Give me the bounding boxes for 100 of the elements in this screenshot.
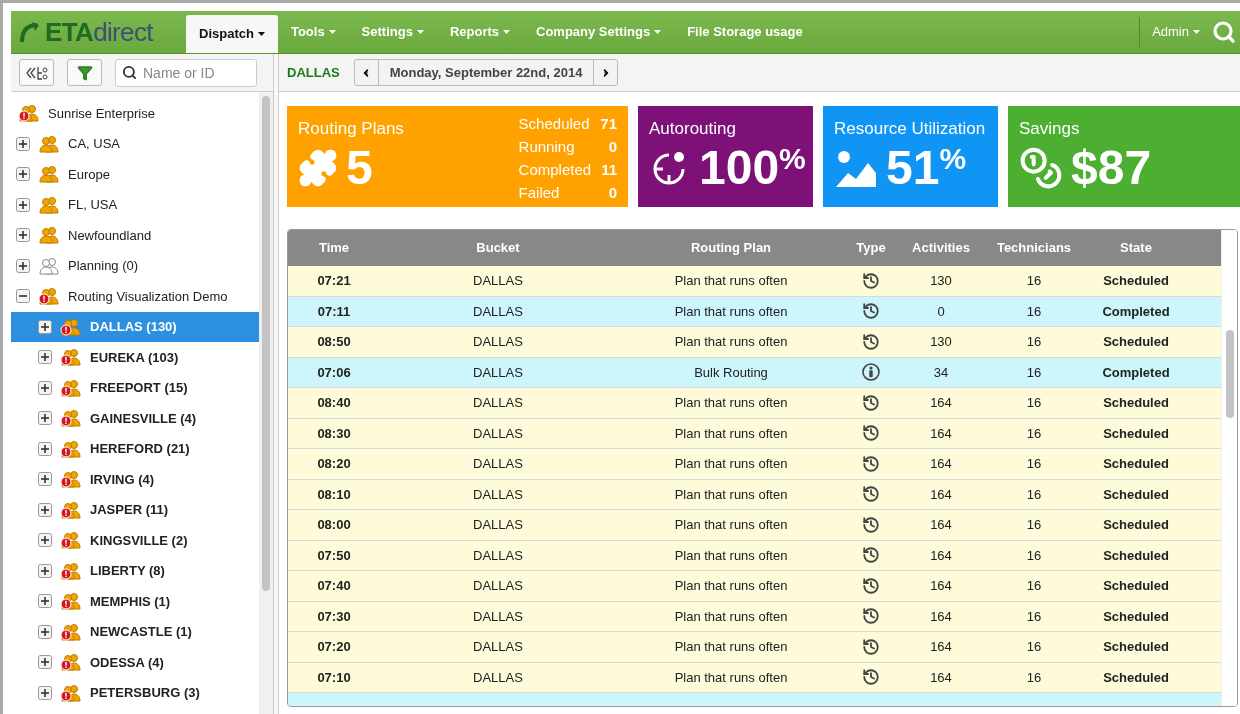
- nav-tab[interactable]: Dispatch: [186, 15, 278, 53]
- expand-icon[interactable]: [16, 197, 30, 212]
- table-cell-text: Plan that runs often: [673, 333, 789, 351]
- table-row[interactable]: 07:10 DALLAS Plan that runs often 164 16 Scheduled: [288, 662, 1221, 693]
- group-alert-icon: [60, 439, 82, 458]
- table-cell-text: DALLAS: [472, 638, 524, 656]
- collapse-tree-icon: [24, 64, 49, 81]
- expand-icon[interactable]: [38, 441, 52, 456]
- column-header[interactable]: Type: [846, 238, 896, 258]
- tree-item[interactable]: Newfoundland: [11, 220, 259, 251]
- history-icon: [862, 668, 880, 687]
- table-row[interactable]: 07:30 DALLAS Plan that runs often 164 16 Scheduled: [288, 601, 1221, 632]
- expand-icon[interactable]: [38, 502, 52, 517]
- column-header[interactable]: State: [1082, 238, 1190, 258]
- table-row[interactable]: 08:30 DALLAS Plan that runs often 164 16 Scheduled: [288, 418, 1221, 449]
- table-row[interactable]: 07:21 DALLAS Plan that runs often 130 16 Scheduled: [288, 266, 1221, 297]
- expand-icon[interactable]: [16, 258, 30, 273]
- expand-icon[interactable]: [38, 685, 52, 700]
- tree-item[interactable]: LIBERTY (8): [11, 555, 259, 586]
- group-alert-icon: [60, 531, 82, 550]
- table-cell-text: DALLAS: [472, 546, 524, 565]
- tree-item[interactable]: HEREFORD (21): [11, 433, 259, 464]
- tree-item[interactable]: Europe: [11, 159, 259, 190]
- history-icon: [862, 515, 880, 534]
- table-cell-text: 07:50: [316, 546, 352, 565]
- column-header[interactable]: Routing Plan: [616, 238, 846, 258]
- stat-label: Scheduled: [518, 114, 590, 134]
- tree-label: Routing Visualization Demo: [68, 287, 228, 306]
- expand-icon[interactable]: [38, 624, 52, 639]
- table-cell-text: 07:21: [316, 272, 352, 290]
- tile-title: Autorouting: [649, 118, 737, 140]
- tree-item[interactable]: CA, USA: [11, 128, 259, 159]
- column-header[interactable]: Bucket: [380, 238, 616, 258]
- scrollbar[interactable]: [259, 92, 273, 714]
- table-row[interactable]: 07:20 DALLAS Plan that runs often 164 16 Scheduled: [288, 632, 1221, 663]
- scrollbar[interactable]: [1221, 230, 1237, 706]
- table-cell-text: 164: [929, 485, 953, 504]
- table-cell-text: Scheduled: [1102, 546, 1170, 565]
- tree-label: FREEPORT (15): [90, 379, 188, 397]
- tree-item[interactable]: EUREKA (103): [11, 342, 259, 373]
- expand-icon[interactable]: [38, 472, 52, 487]
- column-header[interactable]: Technicians: [986, 238, 1082, 258]
- table-cell-text: 164: [929, 638, 953, 656]
- stat-value: 71: [600, 114, 617, 134]
- tile-value: 100%: [699, 143, 806, 192]
- collapse-icon[interactable]: [16, 289, 30, 304]
- stat-tile[interactable]: Autorouting 100%: [638, 106, 813, 207]
- filter-button[interactable]: [67, 59, 102, 86]
- column-header[interactable]: Activities: [896, 238, 986, 258]
- expand-icon[interactable]: [16, 167, 30, 182]
- search-icon[interactable]: [1212, 20, 1236, 44]
- expand-icon[interactable]: [16, 228, 30, 243]
- expand-icon[interactable]: [38, 319, 52, 334]
- tree-item[interactable]: MEMPHIS (1): [11, 586, 259, 617]
- table-cell-text: Scheduled: [1102, 485, 1170, 504]
- table-row[interactable]: 08:00 DALLAS Plan that runs often 164 16 Scheduled: [288, 510, 1221, 541]
- table-row[interactable]: 08:20 DALLAS Plan that runs often 164 16 Scheduled: [288, 449, 1221, 480]
- tree-item[interactable]: Routing Visualization Demo: [11, 281, 259, 312]
- tree-item[interactable]: Planning (0): [11, 250, 259, 281]
- table-cell-text: DALLAS: [472, 302, 524, 321]
- table-row[interactable]: 07:11 DALLAS Plan that runs often 0 16 Completed: [288, 296, 1221, 327]
- tree-item[interactable]: FL, USA: [11, 189, 259, 220]
- table-row[interactable]: 08:40 DALLAS Plan that runs often 164 16 Scheduled: [288, 388, 1221, 419]
- expand-icon[interactable]: [38, 380, 52, 395]
- table-cell-text: Scheduled: [1102, 424, 1170, 443]
- tree-item[interactable]: NEWCASTLE (1): [11, 616, 259, 647]
- table-cell-text: Scheduled: [1102, 394, 1170, 412]
- table-row[interactable]: 08:10 DALLAS Plan that runs often 164 16 Scheduled: [288, 479, 1221, 510]
- tree-item[interactable]: KINGSVILLE (2): [11, 525, 259, 556]
- expand-icon[interactable]: [38, 533, 52, 548]
- tree-label: CA, USA: [68, 135, 120, 153]
- collapse-button[interactable]: [19, 59, 54, 86]
- tree-label: DALLAS (130): [90, 318, 177, 336]
- table-row[interactable]: 08:50 DALLAS Plan that runs often 130 16 Scheduled: [288, 327, 1221, 358]
- tree-item[interactable]: JASPER (11): [11, 494, 259, 525]
- tree-label: JASPER (11): [90, 501, 169, 519]
- tree-item[interactable]: ODESSA (4): [11, 647, 259, 678]
- history-icon: [862, 271, 880, 290]
- table-cell-text: 16: [1025, 363, 1043, 382]
- table-row[interactable]: 07:50 DALLAS Plan that runs often 164 16 Scheduled: [288, 540, 1221, 571]
- table-cell-text: 16: [1025, 272, 1043, 290]
- table-row[interactable]: 07:40 DALLAS Plan that runs often 164 16 Scheduled: [288, 571, 1221, 602]
- expand-icon[interactable]: [38, 411, 52, 426]
- tree-item[interactable]: IRVING (4): [11, 464, 259, 495]
- expand-icon[interactable]: [38, 655, 52, 670]
- table-cell-text: 08:00: [316, 516, 352, 534]
- expand-icon[interactable]: [16, 136, 30, 151]
- tree-item[interactable]: FREEPORT (15): [11, 372, 259, 403]
- expand-icon[interactable]: [38, 563, 52, 578]
- expand-icon[interactable]: [38, 350, 52, 365]
- tree-item[interactable]: GAINESVILLE (4): [11, 403, 259, 434]
- tree-item[interactable]: Sunrise Enterprise: [11, 98, 259, 129]
- caret-icon: [257, 32, 265, 36]
- search-field[interactable]: Name or ID: [115, 58, 257, 87]
- table-row[interactable]: 07:06 DALLAS Bulk Routing 34 16 Completed: [288, 357, 1221, 388]
- group-alert-icon: [60, 683, 82, 702]
- tree-item[interactable]: PETERSBURG (3): [11, 677, 259, 708]
- expand-icon[interactable]: [38, 594, 52, 609]
- table-cell-text: Bulk Routing: [693, 363, 769, 382]
- column-header[interactable]: Time: [288, 238, 380, 258]
